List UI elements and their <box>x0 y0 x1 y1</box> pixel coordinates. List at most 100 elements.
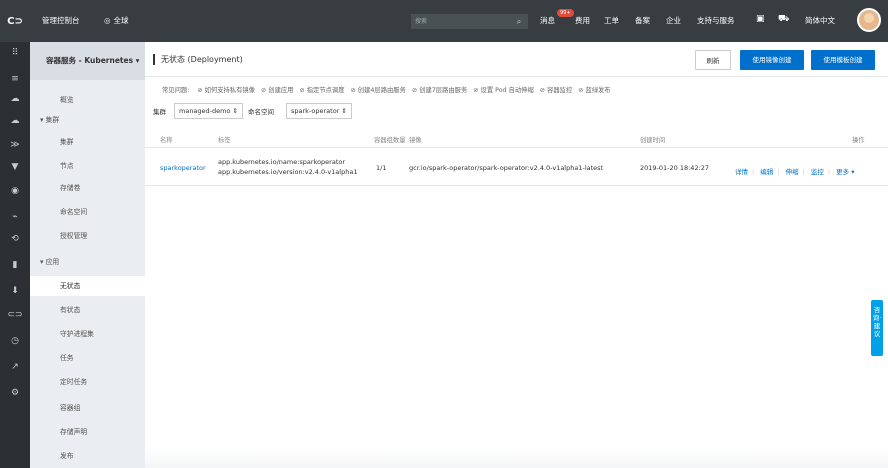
sidebar-item[interactable]: 有状态 <box>30 300 145 320</box>
consult-feedback-button[interactable]: 咨询·建议 <box>871 300 883 356</box>
sidebar-item[interactable]: 容器组 <box>30 398 145 418</box>
cart-icon[interactable]: ⛟ <box>778 14 789 25</box>
trend-icon[interactable]: ↗ <box>0 362 30 372</box>
separator: | <box>827 168 831 176</box>
top-bar: C⊃ 管理控制台 ◎ 全球 搜索 ⌕ 消息 99+ 费用 工单 备案 企业 支持… <box>0 0 888 42</box>
sidebar-item[interactable]: 守护进程集 <box>30 324 145 344</box>
faq-link[interactable]: ⊘ 创建4层路由服务 <box>351 87 406 94</box>
cloud-server-icon[interactable]: ☁ <box>0 116 30 126</box>
faq-link[interactable]: ⊘ 创建应用 <box>261 87 293 94</box>
faq-link[interactable]: ⊘ 如何支持私有镜像 <box>197 87 255 94</box>
region-selector[interactable]: ◎ 全球 <box>104 15 129 26</box>
nav-support[interactable]: 支持与服务 <box>697 15 735 26</box>
region-label: 全球 <box>113 16 129 25</box>
edit-link[interactable]: 编辑 <box>760 168 773 176</box>
nav-enterprise[interactable]: 企业 <box>666 15 681 26</box>
refresh-button[interactable]: 刷新 <box>695 50 731 70</box>
globe-icon: ◎ <box>104 16 111 25</box>
language-selector[interactable]: 简体中文 <box>805 15 835 26</box>
link-icon: ⊘ <box>197 87 205 94</box>
avatar[interactable] <box>857 8 881 32</box>
faq-link-label: 创建应用 <box>268 87 294 94</box>
sidebar-item-label: 无状态 <box>60 282 81 290</box>
label-name: app.kubernetes.io/name:sparkoperator <box>218 158 346 166</box>
faq-link-label: 创建7层路由服务 <box>419 87 468 94</box>
sidebar-item-label: 命名空间 <box>60 208 88 216</box>
service-switcher[interactable]: 容器服务 - Kubernetes ▾ <box>30 42 145 80</box>
link-icon: ⊘ <box>473 87 481 94</box>
nav-billing[interactable]: 费用 <box>575 15 590 26</box>
search-input[interactable]: 搜索 <box>411 14 523 29</box>
faq-link-label: 创建4层路由服务 <box>357 87 406 94</box>
sidebar-item[interactable]: 概览 <box>30 90 145 110</box>
sidebar-group[interactable]: ▾ 集群 <box>30 110 145 130</box>
target-icon[interactable]: ◉ <box>0 186 30 196</box>
col-actions: 操作 <box>852 137 865 144</box>
bottom-fade <box>145 446 888 468</box>
sidebar-item[interactable]: 定时任务 <box>30 372 145 392</box>
sidebar-item[interactable]: 命名空间 <box>30 202 145 222</box>
product-icon-rail: ⠿ ≡ ☁ ☁ ≫ ▼ ◉ ⌁ ⟲ ▮ ⬇ ⊂⊃ ◷ ↗ ⚙ <box>0 42 30 468</box>
create-from-image-button[interactable]: 使用镜像创建 <box>740 50 804 70</box>
grid-menu-icon[interactable]: ⠿ <box>0 48 30 58</box>
sidebar-group[interactable]: ▾ 应用 <box>30 252 145 272</box>
chart-icon[interactable]: ▮ <box>0 260 30 270</box>
faq-link[interactable]: ⊘ 设置 Pod 自动伸缩 <box>473 87 534 94</box>
faq-link[interactable]: ⊘ 容器监控 <box>540 87 572 94</box>
message-count-badge: 99+ <box>557 9 574 17</box>
deployment-name-link[interactable]: sparkoperator <box>160 164 206 172</box>
download-icon[interactable]: ⬇ <box>0 286 30 296</box>
main-content: 无状态 (Deployment) 刷新 使用镜像创建 使用模板创建 常见问题: … <box>145 42 888 468</box>
faq-link[interactable]: ⊘ 指定节点调度 <box>299 87 344 94</box>
refresh-icon[interactable]: ⟲ <box>0 234 30 244</box>
more-dropdown[interactable]: 更多 ▾ <box>836 168 854 176</box>
sidebar-item-label: 授权管理 <box>60 232 88 240</box>
created-time: 2019-01-20 18:42:27 <box>640 164 710 172</box>
sidebar-item[interactable]: 授权管理 <box>30 226 145 246</box>
row-actions: 详情 | 编辑 | 伸缩 | 监控 | 更多 ▾ <box>735 166 854 176</box>
nav-icp[interactable]: 备案 <box>635 15 650 26</box>
create-from-template-button[interactable]: 使用模板创建 <box>811 50 875 70</box>
sidebar-item[interactable]: 集群 <box>30 132 145 152</box>
funnel-icon[interactable]: ▼ <box>0 162 30 172</box>
brand-icon[interactable]: ⊂⊃ <box>0 310 30 320</box>
code-icon[interactable]: ≫ <box>0 140 30 150</box>
sidebar-item-label: 节点 <box>60 162 74 170</box>
col-labels: 标签 <box>218 137 231 144</box>
sidebar-item[interactable]: 存储声明 <box>30 422 145 442</box>
sidebar-item[interactable]: 无状态 <box>30 276 145 296</box>
sidebar-item[interactable]: 节点 <box>30 156 145 176</box>
sidebar-item-label: 守护进程集 <box>60 330 94 338</box>
aliyun-logo[interactable]: C⊃ <box>0 0 30 42</box>
sidebar-item[interactable]: 发布 <box>30 446 145 466</box>
faq-link-label: 如何支持私有镜像 <box>204 87 255 94</box>
nav-messages[interactable]: 消息 <box>540 15 555 26</box>
link-icon: ⊘ <box>350 87 358 94</box>
sidebar-item-label: 应用 <box>45 258 60 266</box>
link-icon: ⊘ <box>539 87 548 94</box>
details-link[interactable]: 详情 <box>735 168 748 176</box>
settings-icon[interactable]: ⚙ <box>0 388 30 398</box>
cloud-icon[interactable]: ☁ <box>0 94 30 104</box>
terminal-icon[interactable]: ▣ <box>756 14 765 24</box>
sidebar-item-label: 集群 <box>45 116 60 124</box>
faq-link[interactable]: ⊘ 蓝绿发布 <box>578 87 610 94</box>
col-pods: 容器组数量 <box>374 137 406 144</box>
clock-icon[interactable]: ◷ <box>0 336 30 346</box>
scale-link[interactable]: 伸缩 <box>786 168 799 176</box>
faq-link-label: 容器监控 <box>547 87 573 94</box>
faq-link[interactable]: ⊘ 创建7层路由服务 <box>412 87 467 94</box>
service-sidebar: 容器服务 - Kubernetes ▾ 概览 ▾ 集群 集群节点存储卷命名空间授权管… <box>30 42 175 468</box>
table-row: sparkoperator app.kubernetes.io/name:spa… <box>145 150 888 186</box>
sidebar-item[interactable]: 存储卷 <box>30 178 145 198</box>
cluster-select[interactable]: managed-demo ⇕ <box>174 103 243 119</box>
divider <box>145 76 888 77</box>
list-icon[interactable]: ≡ <box>0 74 30 84</box>
monitor-link[interactable]: 监控 <box>811 168 824 176</box>
link-icon[interactable]: ⌁ <box>0 212 30 222</box>
sidebar-item[interactable]: 任务 <box>30 348 145 368</box>
search-icon[interactable]: ⌕ <box>510 14 528 29</box>
nav-tickets[interactable]: 工单 <box>604 15 619 26</box>
console-link[interactable]: 管理控制台 <box>42 15 80 26</box>
namespace-select[interactable]: spark-operator ⇕ <box>286 103 352 119</box>
